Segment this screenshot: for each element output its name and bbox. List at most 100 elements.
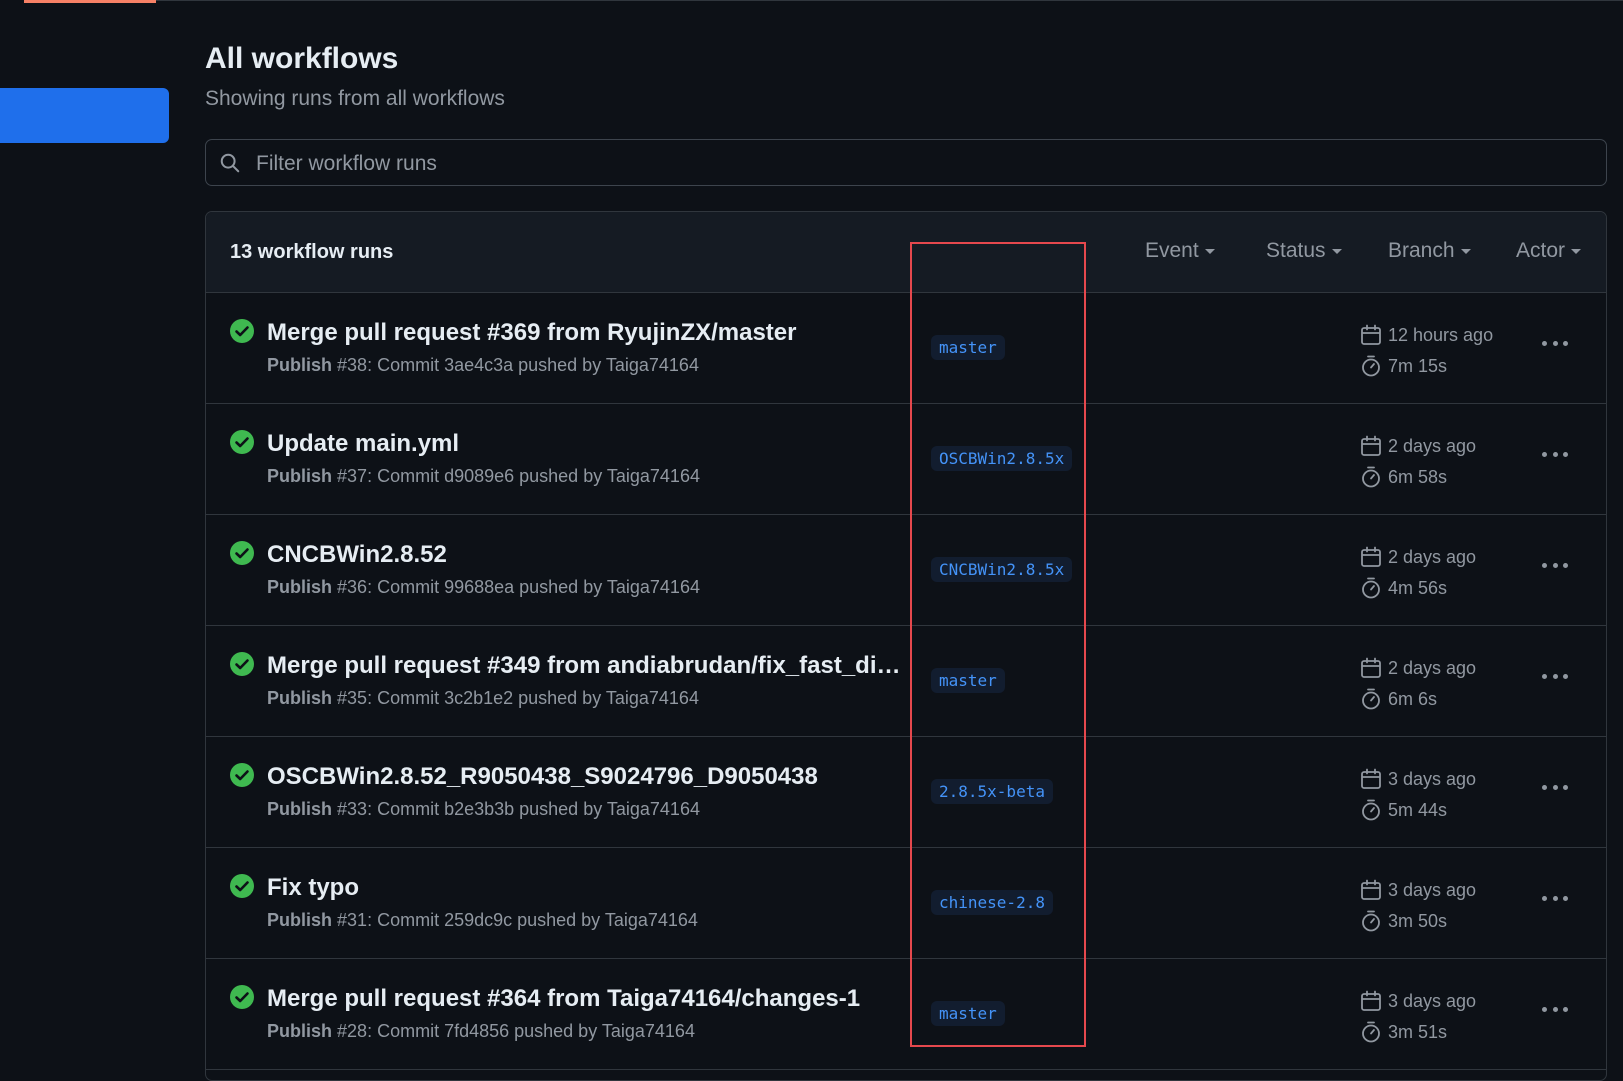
search-input[interactable] bbox=[254, 140, 1588, 187]
calendar-icon bbox=[1361, 435, 1381, 456]
run-title-link[interactable]: Merge pull request #349 from andiabrudan… bbox=[267, 652, 907, 680]
run-ago-text: 3 days ago bbox=[1388, 879, 1477, 900]
run-meta: Publish #35: Commit 3c2b1e2 pushed by Ta… bbox=[267, 688, 699, 709]
calendar-icon bbox=[1361, 879, 1381, 900]
filter-actor[interactable]: Actor bbox=[1516, 239, 1582, 263]
filter-status[interactable]: Status bbox=[1266, 239, 1342, 263]
branch-badge[interactable]: master bbox=[931, 1001, 1005, 1026]
run-duration: 4m 56s bbox=[1359, 576, 1447, 600]
run-more-button[interactable] bbox=[1537, 886, 1573, 910]
filter-event[interactable]: Event bbox=[1145, 239, 1215, 263]
run-duration-text: 5m 44s bbox=[1388, 799, 1448, 820]
run-meta-details: #31: Commit 259dc9c pushed by Taiga74164 bbox=[337, 910, 698, 930]
calendar-icon bbox=[1361, 768, 1381, 789]
workflow-run-row[interactable]: CNCBWin2.8.52 Publish #36: Commit 99688e… bbox=[206, 515, 1606, 626]
run-more-button[interactable] bbox=[1537, 775, 1573, 799]
check-circle-icon bbox=[230, 430, 254, 454]
kebab-dot bbox=[1552, 784, 1558, 790]
filter-actor-label: Actor bbox=[1516, 239, 1566, 262]
kebab-dot bbox=[1542, 340, 1547, 346]
check-circle-icon bbox=[230, 985, 254, 1009]
run-title-link[interactable]: CNCBWin2.8.52 bbox=[267, 541, 447, 569]
branch-badge[interactable]: chinese-2.8 bbox=[931, 890, 1053, 915]
stopwatch-icon bbox=[1362, 577, 1380, 599]
caret-down-icon bbox=[1331, 248, 1342, 254]
filter-status-label: Status bbox=[1266, 239, 1326, 262]
run-workflow-name: Publish bbox=[267, 355, 333, 375]
run-duration: 5m 44s bbox=[1359, 798, 1447, 822]
workflow-run-row[interactable]: Fix typo Publish #31: Commit 259dc9c pus… bbox=[206, 848, 1606, 959]
run-title-link[interactable]: OSCBWin2.8.52_R9050438_S9024796_D9050438 bbox=[267, 763, 818, 791]
workflow-run-row[interactable]: OSCBWin2.8.52_R9050438_S9024796_D9050438… bbox=[206, 737, 1606, 848]
branch-badge[interactable]: OSCBWin2.8.5x bbox=[931, 446, 1073, 471]
runs-list: Merge pull request #369 from RyujinZX/ma… bbox=[206, 293, 1606, 1070]
run-meta: Publish #37: Commit d9089e6 pushed by Ta… bbox=[267, 466, 700, 487]
run-timestamp: 3 days ago bbox=[1359, 989, 1476, 1013]
run-meta-details: #28: Commit 7fd4856 pushed by Taiga74164 bbox=[337, 1021, 695, 1041]
run-duration-text: 6m 6s bbox=[1388, 688, 1438, 709]
check-circle-icon bbox=[230, 652, 254, 676]
kebab-dot bbox=[1542, 895, 1547, 901]
branch-badge[interactable]: CNCBWin2.8.5x bbox=[931, 557, 1073, 582]
kebab-dot bbox=[1563, 1006, 1568, 1012]
run-meta-details: #35: Commit 3c2b1e2 pushed by Taiga74164 bbox=[337, 688, 699, 708]
sidebar-item-all-workflows[interactable] bbox=[0, 88, 169, 143]
branch-badge[interactable]: master bbox=[931, 668, 1005, 693]
kebab-dot bbox=[1563, 451, 1568, 457]
stopwatch-icon bbox=[1362, 1021, 1380, 1043]
run-duration: 6m 6s bbox=[1359, 687, 1437, 711]
run-meta: Publish #38: Commit 3ae4c3a pushed by Ta… bbox=[267, 355, 699, 376]
branch-badge[interactable]: master bbox=[931, 335, 1005, 360]
kebab-dot bbox=[1552, 562, 1558, 568]
kebab-dot bbox=[1542, 1006, 1547, 1012]
page-title: All workflows bbox=[205, 42, 399, 75]
check-circle-icon bbox=[230, 874, 254, 898]
stopwatch-icon bbox=[1362, 688, 1380, 710]
run-more-button[interactable] bbox=[1537, 553, 1573, 577]
calendar-icon bbox=[1361, 990, 1381, 1011]
run-ago-text: 2 days ago bbox=[1388, 435, 1477, 456]
caret-down-icon bbox=[1460, 248, 1471, 254]
workflow-run-row[interactable]: Merge pull request #369 from RyujinZX/ma… bbox=[206, 293, 1606, 404]
run-more-button[interactable] bbox=[1537, 331, 1573, 355]
kebab-dot bbox=[1542, 451, 1547, 457]
run-title-link[interactable]: Fix typo bbox=[267, 874, 359, 902]
run-timestamp: 3 days ago bbox=[1359, 878, 1476, 902]
run-ago-text: 2 days ago bbox=[1388, 657, 1477, 678]
stopwatch-icon bbox=[1362, 466, 1380, 488]
run-meta-details: #38: Commit 3ae4c3a pushed by Taiga74164 bbox=[337, 355, 699, 375]
run-timestamp: 2 days ago bbox=[1359, 656, 1476, 680]
run-title-link[interactable]: Update main.yml bbox=[267, 430, 459, 458]
filter-branch-label: Branch bbox=[1388, 239, 1455, 262]
workflow-run-row[interactable]: Merge pull request #364 from Taiga74164/… bbox=[206, 959, 1606, 1070]
branch-badge[interactable]: 2.8.5x-beta bbox=[931, 779, 1053, 804]
calendar-icon bbox=[1361, 546, 1381, 567]
run-title-link[interactable]: Merge pull request #369 from RyujinZX/ma… bbox=[267, 319, 797, 347]
header-divider bbox=[156, 0, 1623, 1]
workflow-run-row[interactable]: Merge pull request #349 from andiabrudan… bbox=[206, 626, 1606, 737]
run-more-button[interactable] bbox=[1537, 442, 1573, 466]
run-workflow-name: Publish bbox=[267, 577, 333, 597]
runs-header: 13 workflow runs Event Status Branch Act… bbox=[206, 212, 1606, 293]
kebab-dot bbox=[1563, 895, 1568, 901]
check-circle-icon bbox=[230, 541, 254, 565]
page-subtitle: Showing runs from all workflows bbox=[205, 87, 505, 110]
run-duration-text: 4m 56s bbox=[1388, 577, 1448, 598]
run-ago-text: 12 hours ago bbox=[1388, 324, 1494, 345]
run-duration-text: 3m 50s bbox=[1388, 910, 1448, 931]
active-tab-indicator bbox=[24, 0, 156, 3]
run-more-button[interactable] bbox=[1537, 664, 1573, 688]
search-box[interactable] bbox=[205, 139, 1607, 187]
run-more-button[interactable] bbox=[1537, 997, 1573, 1021]
kebab-dot bbox=[1552, 340, 1558, 346]
run-title-link[interactable]: Merge pull request #364 from Taiga74164/… bbox=[267, 985, 860, 1013]
run-workflow-name: Publish bbox=[267, 910, 333, 930]
run-workflow-name: Publish bbox=[267, 688, 333, 708]
run-duration-text: 3m 51s bbox=[1388, 1021, 1448, 1042]
run-duration: 6m 58s bbox=[1359, 465, 1447, 489]
run-meta: Publish #33: Commit b2e3b3b pushed by Ta… bbox=[267, 799, 700, 820]
run-duration: 3m 51s bbox=[1359, 1020, 1447, 1044]
filter-branch[interactable]: Branch bbox=[1388, 239, 1471, 263]
workflow-run-row[interactable]: Update main.yml Publish #37: Commit d908… bbox=[206, 404, 1606, 515]
kebab-dot bbox=[1552, 1006, 1558, 1012]
